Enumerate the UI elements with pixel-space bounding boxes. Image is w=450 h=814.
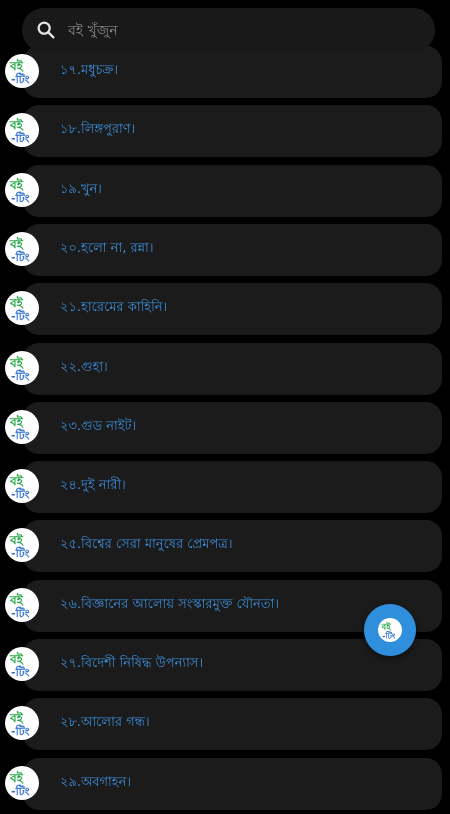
list-item[interactable]: বই -টিং ২৮.আলোর গন্ধ।: [0, 694, 450, 754]
svg-text:-টিং: -টিং: [11, 784, 30, 798]
boi-ting-logo-icon: বই -টিং: [5, 231, 39, 266]
boi-ting-logo-icon: বই -টিং: [5, 587, 39, 622]
svg-text:-টিং: -টিং: [11, 369, 30, 383]
boi-ting-logo-icon: বই -টিং: [5, 765, 39, 800]
svg-text:বই: বই: [9, 592, 24, 607]
list-item[interactable]: বই -টিং ২১.হারেমের কাহিনি।: [0, 279, 450, 339]
search-input[interactable]: [66, 18, 410, 44]
svg-text:বই: বই: [9, 295, 24, 310]
list-item-label: ২১.হারেমের কাহিনি।: [60, 300, 168, 316]
boi-ting-logo-icon: বই -টিং: [5, 291, 39, 326]
list-item-label: ১৯.খুন।: [60, 181, 102, 197]
svg-text:-টিং: -টিং: [11, 309, 30, 323]
boi-ting-logo-icon: বই -টিং: [5, 350, 39, 385]
svg-text:-টিং: -টিং: [11, 724, 30, 738]
svg-text:বই: বই: [9, 651, 24, 666]
svg-text:বই: বই: [9, 532, 24, 547]
svg-text:বই: বই: [9, 770, 24, 785]
boi-ting-logo-icon: বই -টিং: [5, 409, 39, 444]
list-item-label: ২৭.বিদেশী নিষিদ্ধ উপন্যাস।: [60, 656, 204, 671]
svg-text:-টিং: -টিং: [11, 606, 30, 620]
list-item-label: ২৯.অবগাহন।: [60, 774, 132, 790]
list-item-label: ২৩.গুড নাইট।: [60, 418, 137, 434]
svg-text:বই: বই: [9, 117, 24, 132]
svg-text:বই: বই: [9, 236, 24, 251]
svg-text:বই: বই: [9, 58, 24, 73]
list-item-label: ২৮.আলোর গন্ধ।: [60, 715, 150, 731]
svg-text:বই: বই: [9, 710, 24, 725]
svg-text:বই: বই: [9, 355, 24, 370]
boi-ting-logo-icon: বই -টিং: [5, 647, 39, 681]
search-icon[interactable]: [35, 19, 57, 41]
svg-text:-টিং: -টিং: [11, 131, 30, 145]
floating-action-button[interactable]: বই -টিং: [364, 604, 416, 656]
boi-ting-logo-icon: বই -টিং: [5, 54, 39, 88]
svg-text:বই: বই: [9, 177, 24, 192]
svg-text:-টিং: -টিং: [11, 250, 30, 264]
list-item[interactable]: বই -টিং ২৫.বিশ্বের সেরা মানুষের প্রেমপত্র।: [0, 516, 450, 576]
list-item-label: ২০.হলো না, রন্না।: [60, 240, 154, 256]
list-item-label: ১৭.মধুচক্র।: [60, 63, 119, 78]
svg-text:-টিং: -টিং: [11, 428, 30, 442]
search-bar[interactable]: [22, 8, 435, 52]
svg-text:-টিং: -টিং: [382, 629, 396, 640]
list-item[interactable]: বই -টিং ২৯.অবগাহন।: [0, 754, 450, 814]
list-item-label: ২৫.বিশ্বের সেরা মানুষের প্রেমপত্র।: [60, 537, 233, 553]
svg-text:-টিং: -টিং: [11, 191, 30, 205]
list-item[interactable]: বই -টিং ১৮.লিঙ্গপুরাণ।: [0, 101, 450, 161]
list-item-label: ২৬.বিজ্ঞানের আলোয় সংস্কারমুক্ত যৌনতা।: [60, 596, 279, 612]
svg-text:বই: বই: [9, 414, 24, 429]
list-item[interactable]: বই -টিং ২০.হলো না, রন্না।: [0, 220, 450, 280]
svg-text:-টিং: -টিং: [11, 546, 30, 560]
boi-ting-logo-icon: বই -টিং: [5, 469, 39, 504]
book-list: বই -টিং ১৭.মধুচক্র। বই -টিং ১৮.লিঙ্গপুরাণ। বই -…: [0, 0, 450, 810]
list-item[interactable]: বই -টিং ২২.গুহা।: [0, 339, 450, 399]
list-item[interactable]: বই -টিং ১৯.খুন।: [0, 161, 450, 221]
list-item[interactable]: বই -টিং ২৩.গুড নাইট।: [0, 398, 450, 458]
list-item-label: ২২.গুহা।: [60, 359, 108, 375]
svg-text:বই: বই: [381, 621, 392, 631]
list-item[interactable]: বই -টিং ২৪.দুই নারী।: [0, 457, 450, 517]
list-item-label: ১৮.লিঙ্গপুরাণ।: [60, 122, 136, 138]
svg-text:বই: বই: [9, 473, 24, 488]
svg-text:-টিং: -টিং: [11, 665, 30, 679]
list-item-label: ২৪.দুই নারী।: [60, 478, 126, 494]
svg-text:-টিং: -টিং: [11, 487, 30, 501]
boi-ting-logo-icon: বই -টিং: [378, 618, 402, 642]
svg-text:-টিং: -টিং: [11, 72, 30, 86]
boi-ting-logo-icon: বই -টিং: [5, 172, 39, 207]
